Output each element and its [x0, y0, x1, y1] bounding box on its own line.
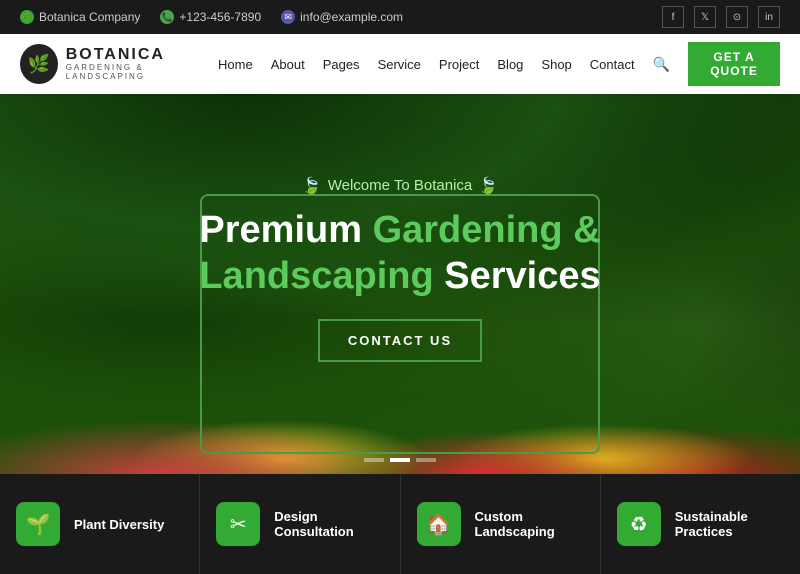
sustainable-practices-icon: ♻ [617, 502, 661, 546]
logo-sub: GARDENING & LANDSCAPING [66, 64, 218, 82]
contact-us-button[interactable]: CONTACT US [318, 319, 482, 362]
nav-project[interactable]: Project [439, 57, 479, 72]
email-info: ✉ info@example.com [281, 10, 403, 24]
phone-number: +123-456-7890 [179, 10, 261, 24]
nav-about[interactable]: About [271, 57, 305, 72]
facebook-icon[interactable]: f [662, 6, 684, 28]
nav-home[interactable]: Home [218, 57, 253, 72]
hero-title-premium: Premium [199, 209, 372, 251]
company-icon: 🌿 [20, 10, 34, 24]
card-sustainable-label: Sustainable Practices [675, 509, 784, 539]
card-landscaping-label: Custom Landscaping [475, 509, 584, 539]
custom-landscaping-icon: 🏠 [417, 502, 461, 546]
services-cards-row: 🌱 Plant Diversity ✂ Design Consultation … [0, 474, 800, 574]
card-custom-landscaping: 🏠 Custom Landscaping [401, 474, 601, 574]
email-address: info@example.com [300, 10, 403, 24]
logo-text: BOTANICA GARDENING & LANDSCAPING [66, 46, 218, 81]
logo: 🌿 BOTANICA GARDENING & LANDSCAPING [20, 44, 218, 84]
card-plant-diversity: 🌱 Plant Diversity [0, 474, 200, 574]
leaf-right-icon: 🍃 [478, 176, 498, 196]
slide-dot-1[interactable] [364, 458, 384, 462]
card-sustainable-practices: ♻ Sustainable Practices [601, 474, 800, 574]
slide-indicators [364, 458, 436, 462]
card-design-consultation: ✂ Design Consultation [200, 474, 400, 574]
top-bar: 🌿 Botanica Company 📞 +123-456-7890 ✉ inf… [0, 0, 800, 34]
logo-icon: 🌿 [20, 44, 58, 84]
main-nav: Home About Pages Service Project Blog Sh… [218, 42, 780, 86]
hero-section: 🍃 Welcome To Botanica 🍃 Premium Gardenin… [0, 94, 800, 474]
nav-pages[interactable]: Pages [323, 57, 360, 72]
hero-welcome-text: Welcome To Botanica [328, 177, 473, 194]
plant-diversity-icon: 🌱 [16, 502, 60, 546]
hero-content: 🍃 Welcome To Botanica 🍃 Premium Gardenin… [0, 94, 800, 474]
linkedin-icon[interactable]: in [758, 6, 780, 28]
card-design-label: Design Consultation [274, 509, 383, 539]
hero-welcome: 🍃 Welcome To Botanica 🍃 [302, 176, 498, 196]
phone-info: 📞 +123-456-7890 [160, 10, 261, 24]
nav-service[interactable]: Service [378, 57, 421, 72]
leaf-left-icon: 🍃 [302, 176, 322, 196]
get-quote-button[interactable]: GET A QUOTE [688, 42, 780, 86]
hero-title: Premium Gardening & Landscaping Services [199, 208, 600, 299]
hero-title-green2: Landscaping [199, 255, 444, 297]
twitter-icon[interactable]: 𝕏 [694, 6, 716, 28]
nav-shop[interactable]: Shop [541, 57, 571, 72]
company-name: Botanica Company [39, 10, 140, 24]
phone-icon: 📞 [160, 10, 174, 24]
hero-title-green1: Gardening & [373, 209, 601, 251]
slide-dot-2[interactable] [390, 458, 410, 462]
top-bar-left: 🌿 Botanica Company 📞 +123-456-7890 ✉ inf… [20, 10, 403, 24]
card-plant-label: Plant Diversity [74, 517, 164, 532]
slide-dot-3[interactable] [416, 458, 436, 462]
social-links: f 𝕏 ⊙ in [662, 6, 780, 28]
instagram-icon[interactable]: ⊙ [726, 6, 748, 28]
company-info: 🌿 Botanica Company [20, 10, 140, 24]
nav-contact[interactable]: Contact [590, 57, 635, 72]
logo-name: BOTANICA [66, 46, 218, 64]
design-consultation-icon: ✂ [216, 502, 260, 546]
header: 🌿 BOTANICA GARDENING & LANDSCAPING Home … [0, 34, 800, 94]
email-icon: ✉ [281, 10, 295, 24]
hero-title-services: Services [444, 255, 600, 297]
search-icon[interactable]: 🔍 [653, 56, 670, 73]
nav-blog[interactable]: Blog [497, 57, 523, 72]
